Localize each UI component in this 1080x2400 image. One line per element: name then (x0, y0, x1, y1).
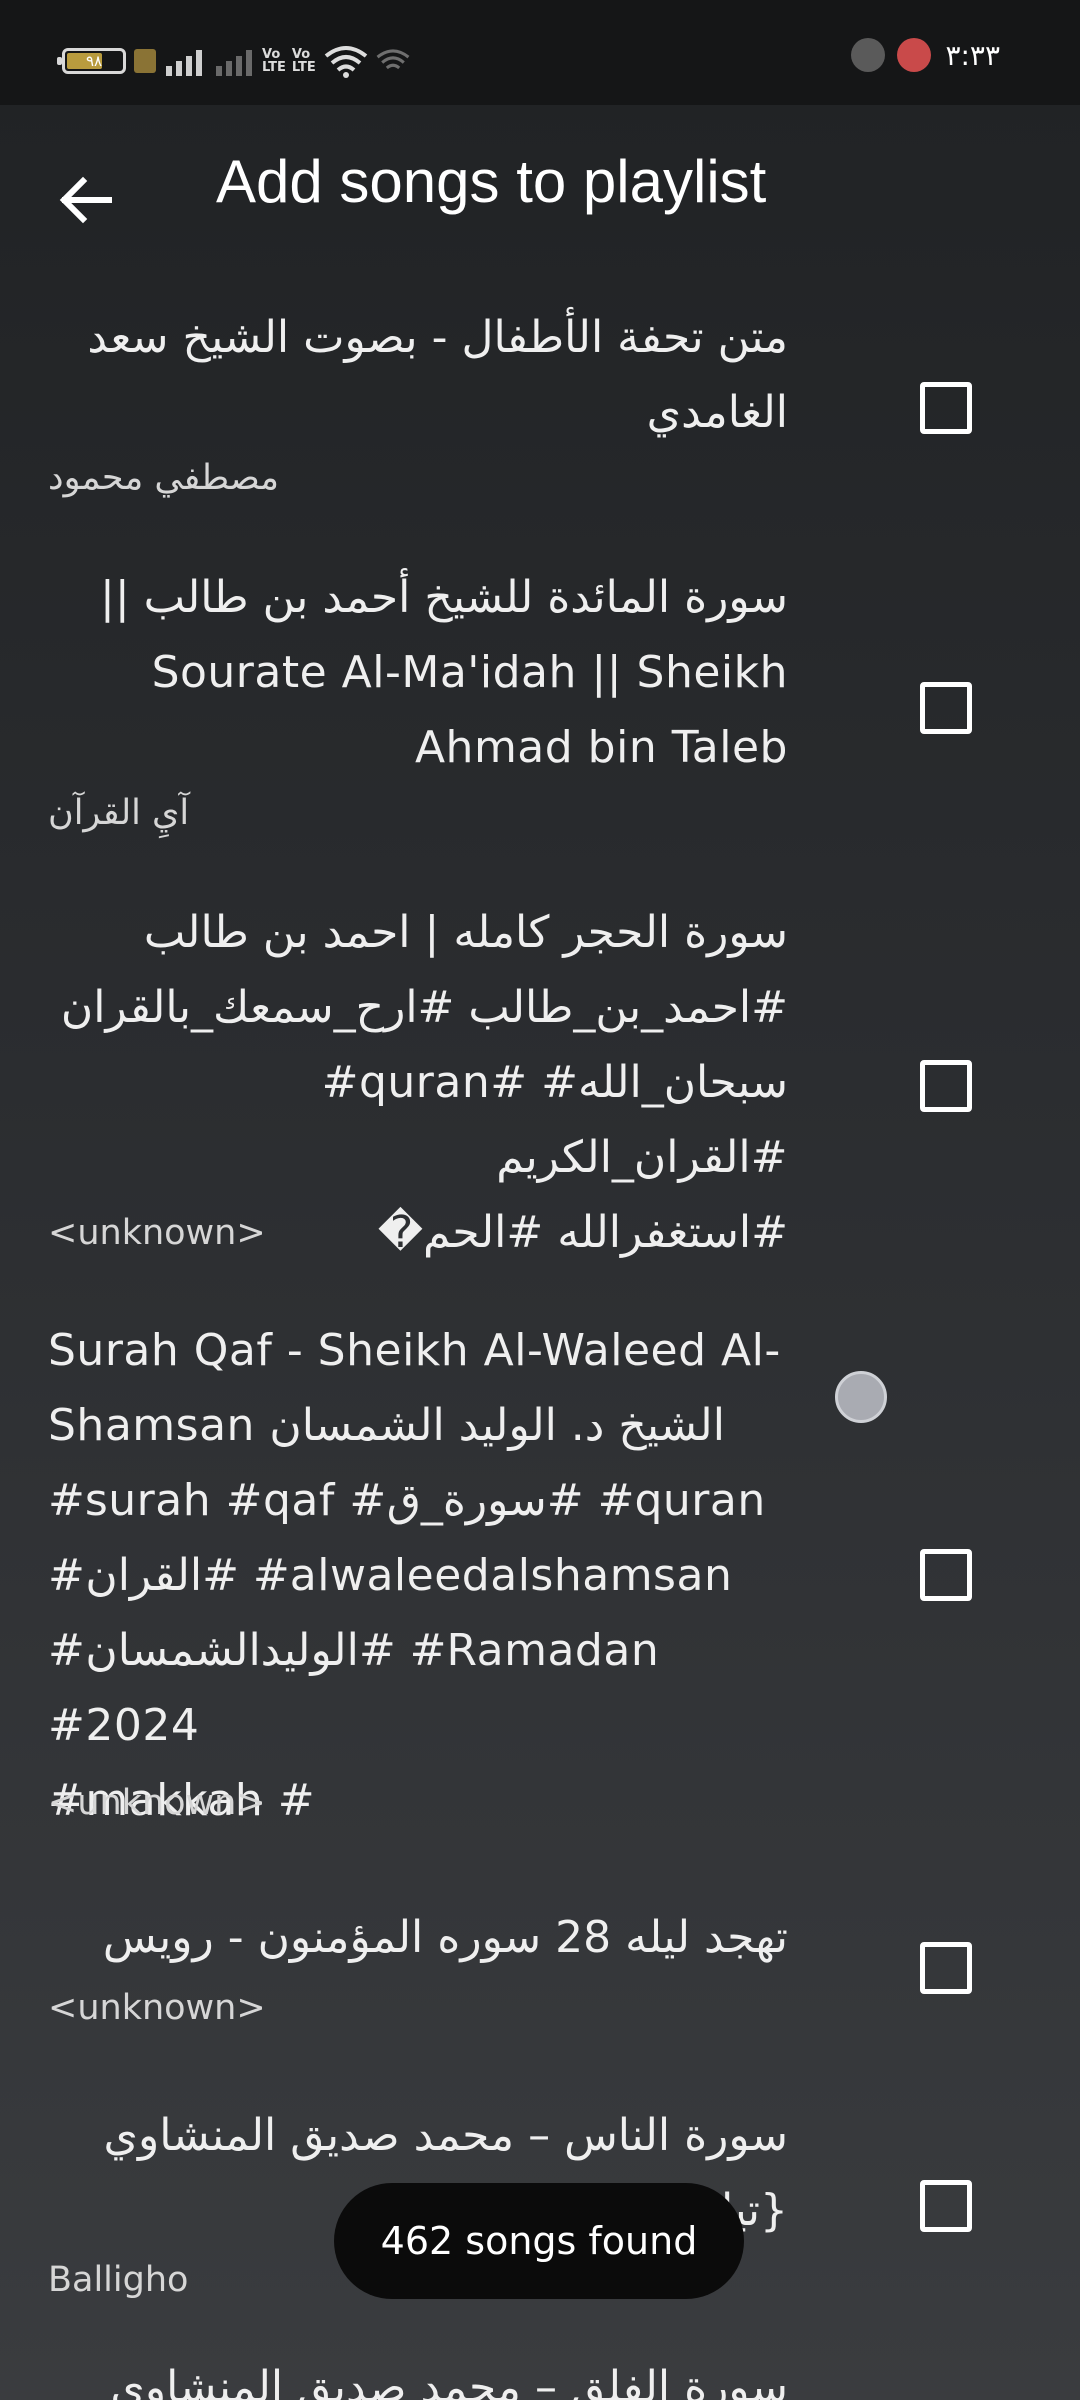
checkbox-unchecked-icon[interactable] (920, 682, 972, 734)
status-bar-right: ٣:٣٣ (839, 38, 1000, 72)
volte-2-label-2: LTE (291, 60, 316, 75)
checkbox-unchecked-icon[interactable] (920, 1942, 972, 1994)
sim-icon (134, 49, 156, 73)
volte-indicator: Vo LTE (262, 48, 286, 74)
checkbox-unchecked-icon[interactable] (920, 2180, 972, 2232)
song-artist: مصطفي محمود (48, 458, 280, 498)
toast-message: 462 songs found (334, 2183, 744, 2299)
toast-text: 462 songs found (380, 2219, 698, 2263)
clock: ٣:٣٣ (945, 38, 1000, 72)
song-artist: Balligho (48, 2260, 189, 2300)
song-item[interactable]: Surah Qaf - Sheikh Al-Waleed Al- Shamsan… (0, 1313, 1080, 1833)
song-title: Surah Qaf - Sheikh Al-Waleed Al- Shamsan… (48, 1325, 781, 1826)
song-item[interactable]: سورة الفلق – محمد صديق المنشاوي (0, 2350, 1080, 2400)
song-artist: <unknown> (48, 1213, 266, 1253)
status-bar-left: ٩٨ Vo LTE Vo LTE (57, 44, 410, 78)
wifi-2-icon (376, 49, 410, 70)
checkbox-unchecked-icon[interactable] (920, 382, 972, 434)
song-item[interactable]: سورة المائدة للشيخ أحمد بن طالب || Soura… (0, 560, 1080, 860)
song-artist: <unknown> (48, 1783, 266, 1823)
song-artist: آيِ القرآن (48, 793, 190, 833)
wifi-icon (324, 46, 368, 78)
song-artist: <unknown> (48, 1988, 266, 2028)
app-notification-icon (897, 38, 932, 72)
song-item[interactable]: متن تحفة الأطفال - بصوت الشيخ سعد الغامد… (0, 300, 1080, 530)
app-bar: Add songs to playlist (0, 105, 1080, 275)
arrow-left-icon (59, 176, 112, 224)
touch-indicator (835, 1371, 887, 1423)
song-title: سورة المائدة للشيخ أحمد بن طالب || Soura… (100, 572, 788, 773)
battery-icon: ٩٨ (57, 48, 126, 74)
signal-2-icon (216, 46, 256, 76)
volte-label-2: LTE (262, 60, 286, 75)
battery-level: ٩٨ (85, 52, 103, 70)
status-bar: ٩٨ Vo LTE Vo LTE ٣:٣٣ (0, 0, 1080, 105)
volte-indicator-2: Vo LTE (292, 48, 316, 74)
song-item[interactable]: سورة الحجر كامله | احمد بن طالب #احمد_بن… (0, 895, 1080, 1275)
song-title: سورة الفلق – محمد صديق المنشاوي (110, 2362, 788, 2400)
notification-icon (851, 38, 886, 72)
song-title: تهجد ليله 28 سوره المؤمنون - رويس (102, 1912, 788, 1963)
song-item[interactable]: تهجد ليله 28 سوره المؤمنون - رويس <unkno… (0, 1900, 1080, 2040)
back-button[interactable] (40, 155, 130, 245)
song-title: متن تحفة الأطفال - بصوت الشيخ سعد الغامد… (87, 312, 788, 438)
checkbox-unchecked-icon[interactable] (920, 1549, 972, 1601)
checkbox-unchecked-icon[interactable] (920, 1060, 972, 1112)
page-title: Add songs to playlist (216, 148, 767, 215)
signal-icon (166, 46, 206, 76)
